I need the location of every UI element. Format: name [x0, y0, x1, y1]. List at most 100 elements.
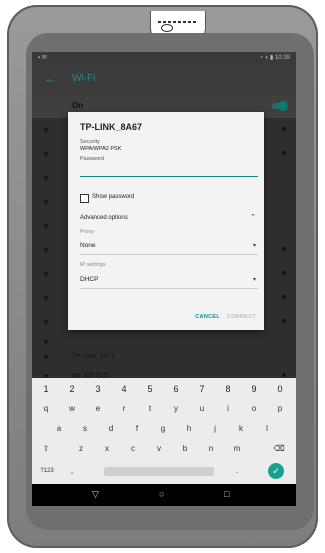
proxy-select[interactable]: None — [80, 242, 96, 249]
chevron-up-icon[interactable]: ⌃ — [250, 213, 256, 221]
advanced-options-toggle[interactable]: Advanced options — [80, 215, 128, 221]
keyboard-row-1: q w e r t y u i o p — [32, 400, 296, 418]
lock-icon: ■ — [281, 270, 286, 277]
key[interactable]: t — [141, 400, 159, 418]
lock-icon: ■ — [281, 150, 286, 157]
show-password-checkbox[interactable] — [80, 194, 89, 203]
period-key[interactable]: . — [228, 462, 246, 480]
key[interactable]: q — [37, 400, 55, 418]
key[interactable]: s — [76, 420, 94, 438]
key[interactable]: i — [219, 400, 237, 418]
key[interactable]: d — [102, 420, 120, 438]
notification-icons: ▪ ✉ — [38, 55, 47, 61]
dropdown-arrow-icon[interactable]: ▾ — [253, 242, 256, 249]
key[interactable]: j — [206, 420, 224, 438]
key[interactable]: o — [245, 400, 263, 418]
wifi-signal-icon: ▼ — [42, 126, 50, 135]
key[interactable]: 2 — [63, 380, 81, 398]
key[interactable]: v — [150, 440, 168, 458]
device-screen: ▪ ✉ ◔ ◗ ▮ 10:39 ← Wi-Fi On ▼ ■ ▼ ■ ▼ ▼ ▼ ▼… — [32, 52, 296, 506]
key[interactable]: 7 — [193, 380, 211, 398]
home-circle-icon[interactable]: ○ — [159, 489, 164, 499]
wifi-signal-icon: ▼ — [42, 353, 50, 362]
keyboard-number-row: 1 2 3 4 5 6 7 8 9 0 — [32, 380, 296, 398]
toggle-knob — [278, 101, 288, 111]
wifi-signal-icon: ▼ — [42, 246, 50, 255]
wifi-signal-icon: ▼ — [42, 270, 50, 279]
status-bar: ▪ ✉ ◔ ◗ ▮ 10:39 — [32, 52, 296, 64]
keyboard-row-2: a s d f g h j k l — [32, 420, 296, 438]
show-password-label[interactable]: Show password — [92, 194, 134, 200]
key[interactable]: f — [128, 420, 146, 438]
status-icons-clock: ◔ ◗ ▮ 10:39 — [259, 55, 290, 61]
key[interactable]: h — [180, 420, 198, 438]
wifi-toggle-switch[interactable] — [272, 101, 288, 111]
password-label: Password — [80, 156, 105, 162]
lock-icon: ■ — [281, 126, 286, 133]
key[interactable]: c — [124, 440, 142, 458]
key[interactable]: k — [232, 420, 250, 438]
wifi-signal-icon: ▼ — [42, 174, 50, 183]
key[interactable]: x — [98, 440, 116, 458]
wifi-signal-icon: ▼ — [42, 222, 50, 231]
key[interactable]: z — [72, 440, 90, 458]
shift-key-icon[interactable]: ⇧ — [37, 440, 55, 458]
key[interactable]: y — [167, 400, 185, 418]
key[interactable]: b — [176, 440, 194, 458]
key[interactable]: 8 — [219, 380, 237, 398]
wifi-signal-icon: ▼ — [42, 294, 50, 303]
back-arrow-icon[interactable]: ← — [44, 71, 57, 86]
wifi-signal-icon: ▼ — [42, 338, 50, 347]
password-input[interactable] — [80, 167, 258, 177]
key[interactable]: 3 — [89, 380, 107, 398]
security-value: WPA/WPA2 PSK — [80, 146, 122, 152]
soft-keyboard: 1 2 3 4 5 6 7 8 9 0 q w e r t y u i o p … — [32, 378, 296, 484]
divider — [80, 288, 258, 289]
key[interactable]: p — [271, 400, 289, 418]
camera-icon — [161, 24, 173, 32]
back-triangle-icon[interactable]: ▽ — [92, 489, 99, 500]
security-label: Security — [80, 139, 100, 145]
key[interactable]: e — [89, 400, 107, 418]
wifi-signal-icon: ▼ — [42, 198, 50, 207]
key[interactable]: 1 — [37, 380, 55, 398]
key[interactable]: l — [258, 420, 276, 438]
key[interactable]: 9 — [245, 380, 263, 398]
ip-settings-select[interactable]: DHCP — [80, 276, 98, 283]
lock-icon: ■ — [281, 246, 286, 253]
key[interactable]: g — [154, 420, 172, 438]
divider — [80, 254, 258, 255]
recents-square-icon[interactable]: □ — [224, 489, 229, 499]
wifi-connect-dialog: TP-LINK_8A67 Security WPA/WPA2 PSK Passw… — [68, 112, 264, 330]
space-bar[interactable] — [104, 467, 214, 476]
navigation-bar: ▽ ○ □ — [32, 484, 296, 506]
key[interactable]: 4 — [115, 380, 133, 398]
key[interactable]: u — [193, 400, 211, 418]
key[interactable]: r — [115, 400, 133, 418]
wifi-signal-icon: ▼ — [42, 150, 50, 159]
key[interactable]: 0 — [271, 380, 289, 398]
backspace-key-icon[interactable]: ⌫ — [270, 440, 288, 458]
comma-key[interactable]: , — [63, 462, 81, 480]
key[interactable]: m — [228, 440, 246, 458]
key[interactable]: 6 — [167, 380, 185, 398]
key[interactable]: n — [202, 440, 220, 458]
keyboard-row-3: ⇧ z x c v b n m ⌫ — [32, 440, 296, 458]
connect-button[interactable]: CONNECT — [227, 314, 256, 320]
ip-settings-label: IP settings — [80, 262, 106, 268]
key[interactable]: 5 — [141, 380, 159, 398]
wifi-toggle-label: On — [72, 101, 84, 110]
app-bar: ← Wi-Fi — [32, 64, 296, 96]
dropdown-arrow-icon[interactable]: ▾ — [253, 276, 256, 283]
key[interactable]: w — [63, 400, 81, 418]
key[interactable]: a — [50, 420, 68, 438]
symbols-key[interactable]: ?123 — [36, 462, 58, 480]
cancel-button[interactable]: CANCEL — [195, 314, 220, 320]
enter-check-icon[interactable]: ✓ — [268, 463, 284, 479]
page-title: Wi-Fi — [72, 73, 96, 84]
proxy-label: Proxy — [80, 229, 95, 235]
lock-icon: ■ — [281, 318, 286, 325]
keyboard-row-4: ?123 , . ✓ — [32, 462, 296, 480]
lock-icon: ■ — [281, 294, 286, 301]
network-name: TP-LINK_2071 — [72, 353, 115, 360]
